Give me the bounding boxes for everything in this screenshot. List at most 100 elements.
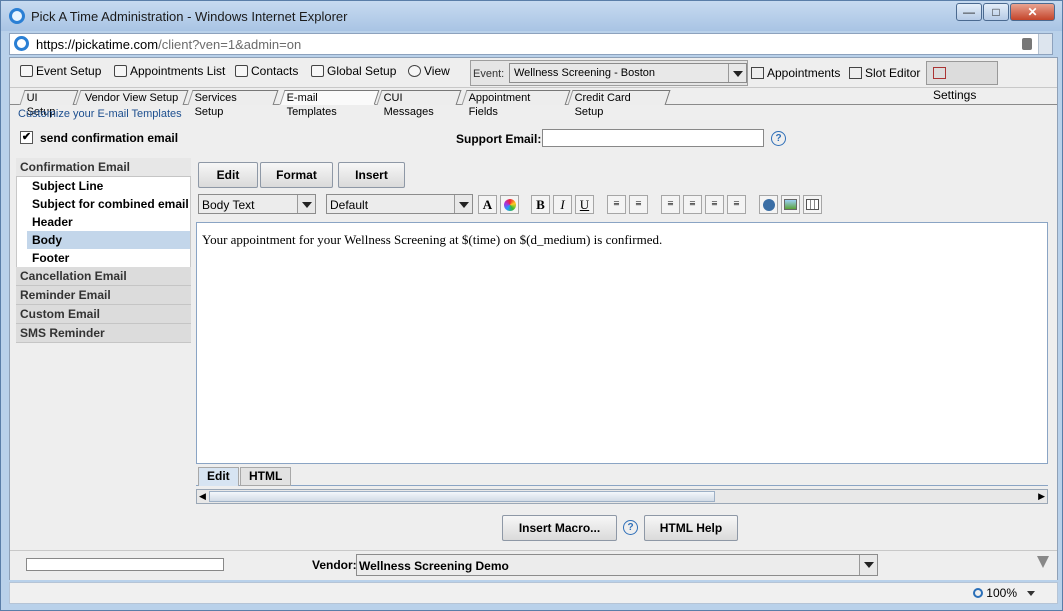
template-confirmation-email[interactable]: Confirmation Email — [16, 158, 191, 177]
template-sms-reminder[interactable]: SMS Reminder — [16, 324, 191, 343]
align-right-icon[interactable]: ≡ — [705, 195, 724, 214]
support-email-input[interactable] — [542, 129, 764, 147]
insert-link-icon[interactable] — [759, 195, 778, 214]
font-select[interactable]: Default — [326, 194, 473, 214]
app-content: Event Setup Appointments List Contacts G… — [9, 57, 1058, 580]
scroll-thumb[interactable] — [209, 491, 715, 502]
close-button[interactable]: ✕ — [1010, 3, 1055, 21]
chevron-down-icon[interactable] — [859, 555, 877, 575]
bold-button[interactable]: B — [531, 195, 550, 214]
subtab-appointment-fields[interactable]: Appointment Fields — [461, 90, 571, 118]
sub-item-subject-combined[interactable]: Subject for combined email — [17, 195, 190, 213]
font-size-icon[interactable]: A — [478, 195, 497, 214]
event-setup-button[interactable]: Event Setup — [20, 64, 101, 78]
sub-item-body[interactable]: Body — [27, 231, 190, 249]
zoom-chevron-down-icon[interactable] — [1027, 591, 1035, 596]
align-left-icon[interactable]: ≡ — [661, 195, 680, 214]
maximize-button[interactable]: □ — [983, 3, 1009, 21]
tab-settings[interactable]: Settings — [926, 61, 998, 102]
bullet-list-icon[interactable]: ≡ — [607, 195, 626, 214]
style-select[interactable]: Body Text — [198, 194, 316, 214]
editor-mode-tabs: Edit HTML — [196, 466, 1048, 486]
editor-panel: Edit Format Insert Body Text Default A B… — [192, 156, 1050, 506]
template-list: Confirmation Email Subject Line Subject … — [16, 158, 191, 343]
vendor-value: Wellness Screening Demo — [359, 559, 509, 573]
justify-icon[interactable]: ≡ — [727, 195, 746, 214]
send-confirmation-checkbox[interactable]: ✔ — [20, 131, 33, 144]
template-custom-email[interactable]: Custom Email — [16, 305, 191, 324]
subtab-email-templates[interactable]: E-mail Templates — [279, 90, 380, 118]
event-selector: Event: Wellness Screening - Boston — [470, 60, 748, 86]
appointments-icon — [751, 67, 764, 79]
support-email-help-icon[interactable]: ? — [771, 131, 786, 146]
event-label: Event: — [473, 68, 505, 80]
appointments-list-icon — [114, 65, 127, 77]
vendor-label: Vendor: — [312, 558, 357, 572]
tab-slot-editor[interactable]: Slot Editor — [842, 61, 927, 85]
style-value: Body Text — [202, 198, 255, 212]
template-reminder-email[interactable]: Reminder Email — [16, 286, 191, 305]
title-bar: Pick A Time Administration - Windows Int… — [1, 1, 1062, 31]
tab-appointments[interactable]: Appointments — [744, 61, 847, 85]
underline-button[interactable]: U — [575, 195, 594, 214]
window-title: Pick A Time Administration - Windows Int… — [31, 9, 348, 24]
address-bar[interactable]: https://pickatime.com/client?ven=1&admin… — [9, 33, 1053, 55]
sub-item-subject-line[interactable]: Subject Line — [17, 177, 190, 195]
vendor-dropdown[interactable]: Wellness Screening Demo — [356, 554, 878, 576]
address-scroll[interactable] — [1038, 34, 1052, 54]
body-editor[interactable]: Your appointment for your Wellness Scree… — [196, 222, 1048, 464]
align-center-icon[interactable]: ≡ — [683, 195, 702, 214]
template-cancellation-email[interactable]: Cancellation Email — [16, 267, 191, 286]
event-value: Wellness Screening - Boston — [514, 67, 656, 79]
subtab-services-setup[interactable]: Services Setup — [187, 90, 279, 118]
customize-heading: Customize your E-mail Templates — [18, 108, 182, 120]
zoom-control[interactable]: 100% — [973, 586, 1017, 600]
tab-html-mode[interactable]: HTML — [240, 467, 292, 486]
zoom-icon — [973, 588, 984, 598]
horizontal-scrollbar[interactable]: ◀ ▶ — [196, 489, 1048, 504]
subtab-ui-setup[interactable]: UI Setup — [19, 90, 79, 118]
appointments-list-button[interactable]: Appointments List — [114, 64, 225, 78]
ie-logo-icon — [9, 8, 25, 24]
event-setup-icon — [20, 65, 33, 77]
color-picker-icon[interactable] — [500, 195, 519, 214]
scroll-right-icon[interactable]: ▶ — [1038, 491, 1045, 502]
numbered-list-icon[interactable]: ≡ — [629, 195, 648, 214]
event-dropdown[interactable]: Wellness Screening - Boston — [509, 63, 747, 83]
progress-bar — [26, 558, 224, 571]
insert-menu-button[interactable]: Insert — [338, 162, 405, 188]
confirmation-sub-list: Subject Line Subject for combined email … — [16, 177, 191, 267]
resize-grip-icon[interactable] — [1037, 556, 1049, 568]
font-value: Default — [330, 198, 369, 212]
support-email-label: Support Email: — [456, 132, 542, 146]
subtab-credit-card-setup[interactable]: Credit Card Setup — [567, 90, 671, 118]
settings-icon — [933, 67, 946, 79]
html-help-button[interactable]: HTML Help — [644, 515, 738, 541]
subtab-vendor-view-setup[interactable]: Vendor View Setup — [75, 90, 189, 105]
format-menu-button[interactable]: Format — [260, 162, 333, 188]
italic-button[interactable]: I — [553, 195, 572, 214]
vendor-bar: Vendor: Wellness Screening Demo — [10, 550, 1057, 580]
contacts-icon — [235, 65, 248, 77]
browser-window: Pick A Time Administration - Windows Int… — [0, 0, 1063, 611]
subtab-cui-messages[interactable]: CUI Messages — [376, 90, 462, 118]
global-setup-icon — [311, 65, 324, 77]
insert-image-icon[interactable] — [781, 195, 800, 214]
view-button[interactable]: View — [408, 64, 450, 78]
tab-edit-mode[interactable]: Edit — [198, 467, 239, 486]
insert-table-icon[interactable] — [803, 195, 822, 214]
sub-item-header[interactable]: Header — [17, 213, 190, 231]
global-setup-button[interactable]: Global Setup — [311, 64, 396, 78]
edit-menu-button[interactable]: Edit — [198, 162, 258, 188]
send-confirmation-label: send confirmation email — [40, 131, 179, 145]
chevron-down-icon[interactable] — [297, 195, 315, 213]
main-toolbar: Event Setup Appointments List Contacts G… — [10, 58, 1057, 102]
insert-macro-button[interactable]: Insert Macro... — [502, 515, 617, 541]
sub-item-footer[interactable]: Footer — [17, 249, 190, 267]
chevron-down-icon[interactable] — [454, 195, 472, 213]
contacts-button[interactable]: Contacts — [235, 64, 298, 78]
scroll-left-icon[interactable]: ◀ — [199, 491, 206, 502]
slot-editor-icon — [849, 67, 862, 79]
macro-help-icon[interactable]: ? — [623, 520, 638, 535]
minimize-button[interactable]: — — [956, 3, 982, 21]
